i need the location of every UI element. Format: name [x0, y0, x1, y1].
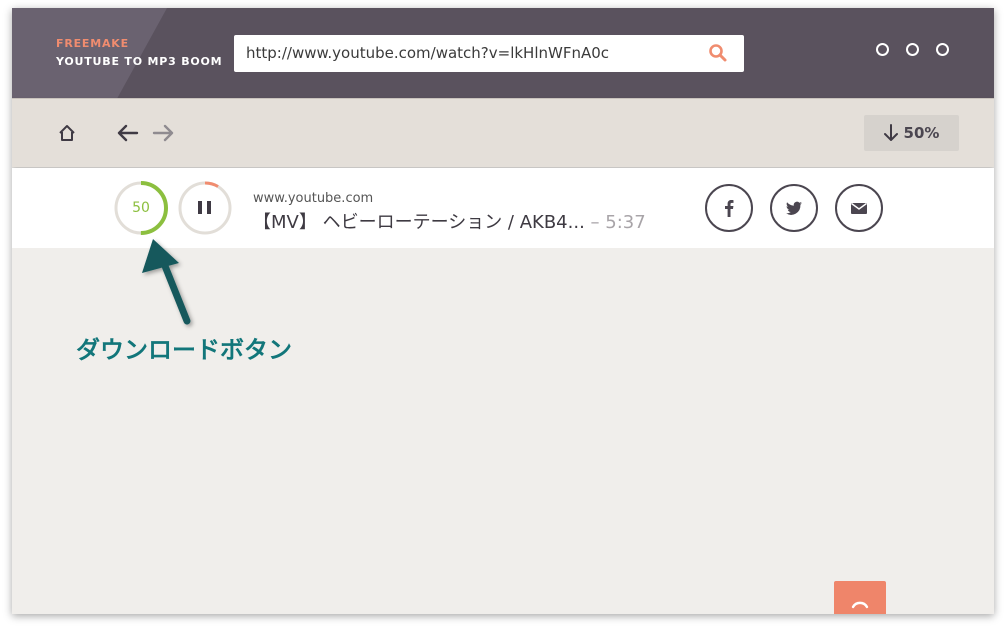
brand-product: YOUTUBE TO MP3 BOOM: [56, 55, 223, 68]
search-icon[interactable]: [708, 43, 728, 63]
download-button-annotation: ダウンロードボタン: [76, 336, 292, 364]
item-title: 【MV】 ヘビーローテーション / AKB4...: [253, 212, 585, 233]
window-dot-3[interactable]: [936, 43, 949, 56]
window-dot-1[interactable]: [876, 43, 889, 56]
window-dot-2[interactable]: [906, 43, 919, 56]
download-arrow-icon: [883, 124, 898, 141]
annotation-arrow-icon: [142, 239, 191, 325]
facebook-icon: [725, 200, 734, 217]
download-progress-label: 50%: [903, 124, 940, 142]
item-duration: – 5:37: [584, 212, 646, 233]
url-input[interactable]: http://www.youtube.com/watch?v=lkHlnWFnA…: [234, 35, 744, 72]
back-arrow-icon[interactable]: [117, 124, 139, 142]
home-icon[interactable]: [57, 123, 77, 143]
spinner-icon: [851, 601, 869, 609]
twitter-share-button[interactable]: [770, 184, 818, 232]
item-title-line: 【MV】 ヘビーローテーション / AKB4... – 5:37: [253, 208, 646, 234]
brand-name: FREEMAKE: [56, 37, 129, 50]
url-text[interactable]: http://www.youtube.com/watch?v=lkHlnWFnA…: [246, 44, 609, 62]
loading-fab-button[interactable]: [834, 581, 886, 614]
email-share-button[interactable]: [835, 184, 883, 232]
item-source-domain: www.youtube.com: [253, 191, 374, 206]
forward-arrow-icon[interactable]: [152, 124, 174, 142]
download-progress-indicator[interactable]: 50%: [864, 115, 959, 151]
toolbar: 50%: [12, 98, 994, 167]
facebook-share-button[interactable]: [705, 184, 753, 232]
header-bar: FREEMAKE YOUTUBE TO MP3 BOOM http://www.…: [12, 8, 994, 98]
mail-icon: [851, 202, 867, 214]
logo-panel: [12, 8, 167, 98]
twitter-icon: [786, 201, 802, 215]
